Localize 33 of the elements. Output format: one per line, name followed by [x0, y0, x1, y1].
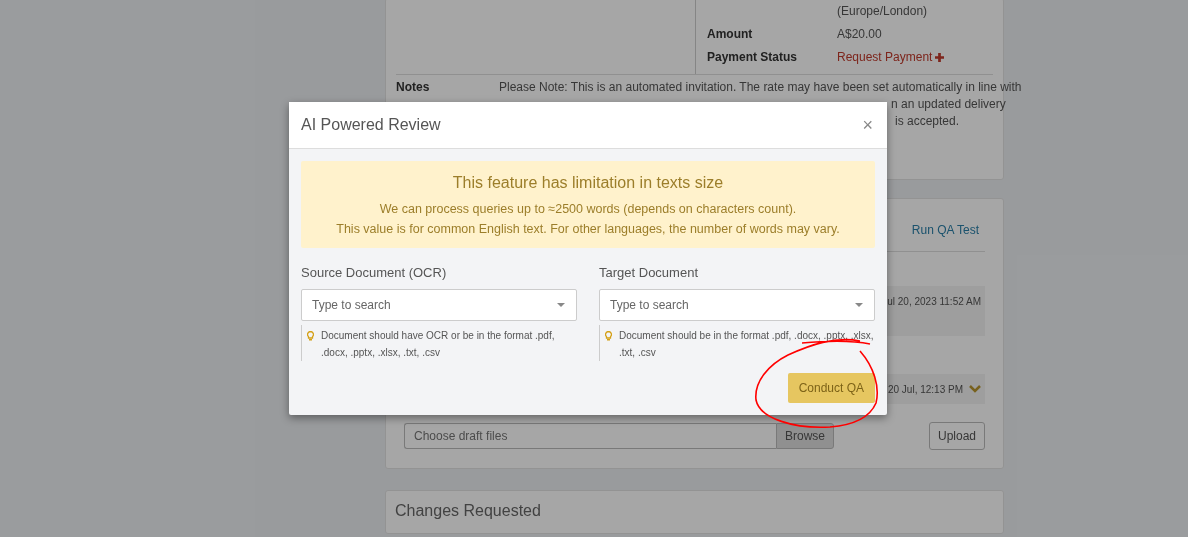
- search-select[interactable]: Type to search: [301, 288, 577, 321]
- lightbulb-icon: [605, 330, 612, 341]
- timezone-text: (Europe/London): [837, 2, 928, 20]
- hint-text: Document should have OCR or be in the format .pdf, .docx, .pptx, .xlsx, .txt, .csv: [321, 328, 556, 360]
- request-payment-link[interactable]: Request Payment: [837, 47, 945, 66]
- detail-value: A$20.00: [837, 25, 882, 43]
- notes-text: is accepted.: [895, 114, 960, 128]
- caret-icon: [855, 302, 863, 307]
- upload-button[interactable]: Upload: [928, 422, 985, 450]
- timestamp-text: ul 20, 2023 11:52 AM: [887, 295, 981, 309]
- notes-label: Notes: [396, 79, 431, 96]
- run-qa-test-link[interactable]: Run QA Test: [911, 221, 979, 239]
- timestamp-text: 20 Jul, 12:13 PM: [887, 382, 963, 397]
- hint-text: Document should be in the format .pdf, .docx, .pptx, .xlsx, .txt, .csv: [619, 328, 875, 360]
- field-label: Target Document: [599, 264, 699, 282]
- detail-label: Amount: [707, 25, 754, 43]
- lightbulb-icon: [307, 330, 314, 341]
- alert-title: This feature has limitation in texts size: [451, 173, 725, 193]
- alert-text: This value is for common English text. For other languages, the number of words may vary.: [335, 221, 841, 238]
- field-label: Source Document (OCR): [301, 264, 448, 282]
- search-select[interactable]: Type to search: [599, 288, 875, 321]
- card-title: Changes Requested: [395, 501, 542, 521]
- file-input[interactable]: Choose draft files: [404, 423, 776, 449]
- modal-title: AI Powered Review: [301, 115, 441, 135]
- caret-icon: [557, 302, 565, 307]
- chevron-down-icon: [969, 385, 981, 393]
- close-button[interactable]: ×: [860, 116, 875, 134]
- browse-button[interactable]: Browse: [776, 423, 834, 449]
- detail-label: Payment Status: [707, 48, 799, 66]
- notes-text: Please Note: This is an automated invitation. The rate may have been set automatically in line with: [499, 79, 1022, 96]
- plus-icon: [935, 52, 945, 62]
- alert-text: We can process queries up to ≈2500 words (depends on characters count).: [378, 201, 798, 218]
- notes-text: n an updated delivery: [891, 97, 1006, 111]
